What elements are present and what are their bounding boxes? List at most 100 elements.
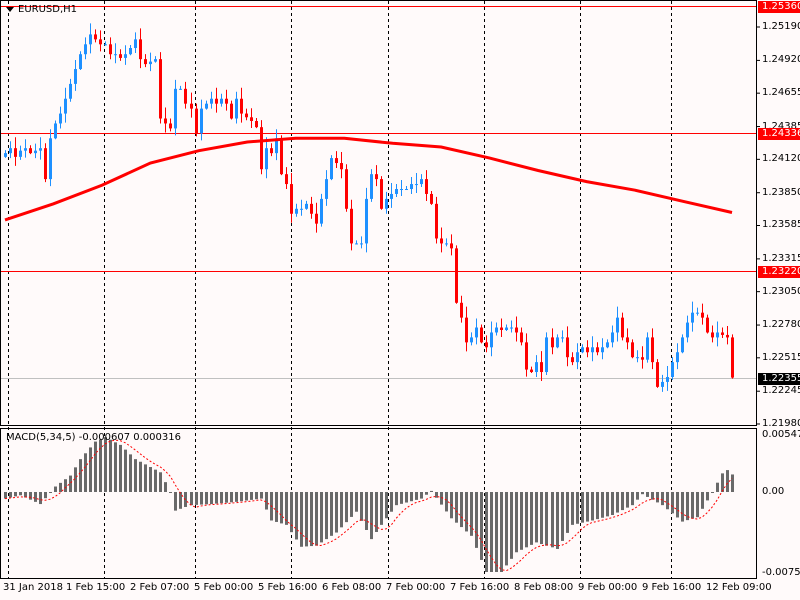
bull-candle [616,306,619,342]
bear-candle [500,318,503,337]
macd-bar [335,492,338,533]
macd-bar [9,492,12,498]
candle-body [380,179,383,209]
bear-candle [480,324,483,344]
bear-candle [656,359,659,388]
macd-bar [395,492,398,506]
macd-bar [731,474,734,492]
bear-candle [225,89,228,111]
macd-bar [169,492,172,493]
candle-body [99,39,102,45]
bull-candle [601,338,604,360]
macd-bar [360,492,363,521]
bull-candle [4,150,7,158]
candle-body [39,148,42,151]
macd-bar [530,492,533,545]
macd-bar [540,492,543,545]
candle-body [144,59,147,65]
candle-body [295,208,298,214]
candle-body [375,174,378,180]
candle-body [566,337,569,358]
bull-candle [581,344,584,354]
macd-bar [340,492,343,528]
candle-body [149,61,152,65]
macd-bar [591,492,594,521]
candle-body [420,179,423,185]
bull-candle [606,339,609,349]
bull-candle [39,137,42,160]
candle-body [561,337,564,339]
candle-body [686,322,689,338]
bull-candle [360,236,363,249]
macd-bar [596,492,599,520]
price-tick-label: 1.24920 [762,54,800,66]
macd-bar [510,492,513,559]
macd-bar [445,492,448,512]
macd-bar [190,492,193,506]
candle-body [215,98,218,104]
candle-body [235,98,238,119]
candle-body [24,148,27,151]
candle-body [400,189,403,191]
candle-body [360,243,363,245]
bear-candle [164,107,167,133]
bear-candle [520,327,523,346]
bull-candle [325,170,328,206]
bear-candle [245,108,248,121]
chart-canvas[interactable] [0,0,800,600]
axis-ticks [757,26,760,425]
macd-bar [520,492,523,550]
candle-body [716,332,719,338]
bear-candle [215,87,218,113]
candle-body [210,98,213,104]
candle-body [500,327,503,330]
bear-candle [731,334,734,379]
candle-body [109,44,112,55]
macd-bar [250,492,253,500]
macd-bar [485,492,488,572]
candle-body [611,332,614,343]
macd-bar [676,492,679,518]
bull-candle [79,51,82,71]
macd-bar [711,492,714,493]
candle-body [520,332,523,343]
candle-body [596,347,599,353]
bear-candle [190,92,193,118]
macd-bar [480,492,483,560]
bear-candle [430,190,433,205]
candle-body [350,208,353,244]
macd-bar [179,492,182,509]
candle-body [395,189,398,194]
price-tick-label: 1.23850 [762,186,800,198]
candle-body [179,88,182,90]
bull-candle [696,307,699,316]
macd-bar [355,492,358,512]
macd-bar [54,486,57,492]
candle-body [455,248,458,303]
symbol-title[interactable]: EURUSD,H1 [6,4,77,15]
candle-body [69,83,72,99]
bear-candle [230,100,233,120]
bull-candle [556,334,559,349]
macd-bar [556,492,559,549]
macd-bar [455,492,458,523]
macd-bar [701,492,704,509]
macd-bar [159,472,162,492]
macd-bar [515,492,518,553]
candle-body [315,213,318,224]
bear-candle [290,173,293,223]
macd-bar [611,492,614,516]
macd-bar [681,492,684,522]
bull-candle [330,155,333,181]
bear-candle [701,303,704,325]
macd-bar [671,492,674,514]
bull-candle [505,324,508,331]
macd-bar [200,492,203,505]
candle-body [721,332,724,335]
candle-body [250,117,253,121]
macd-bar [154,469,157,492]
time-axis-label: 2 Feb 07:00 [130,582,190,593]
bull-candle [671,357,674,380]
dropdown-triangle-icon[interactable] [6,6,14,12]
candle-body [475,327,478,338]
